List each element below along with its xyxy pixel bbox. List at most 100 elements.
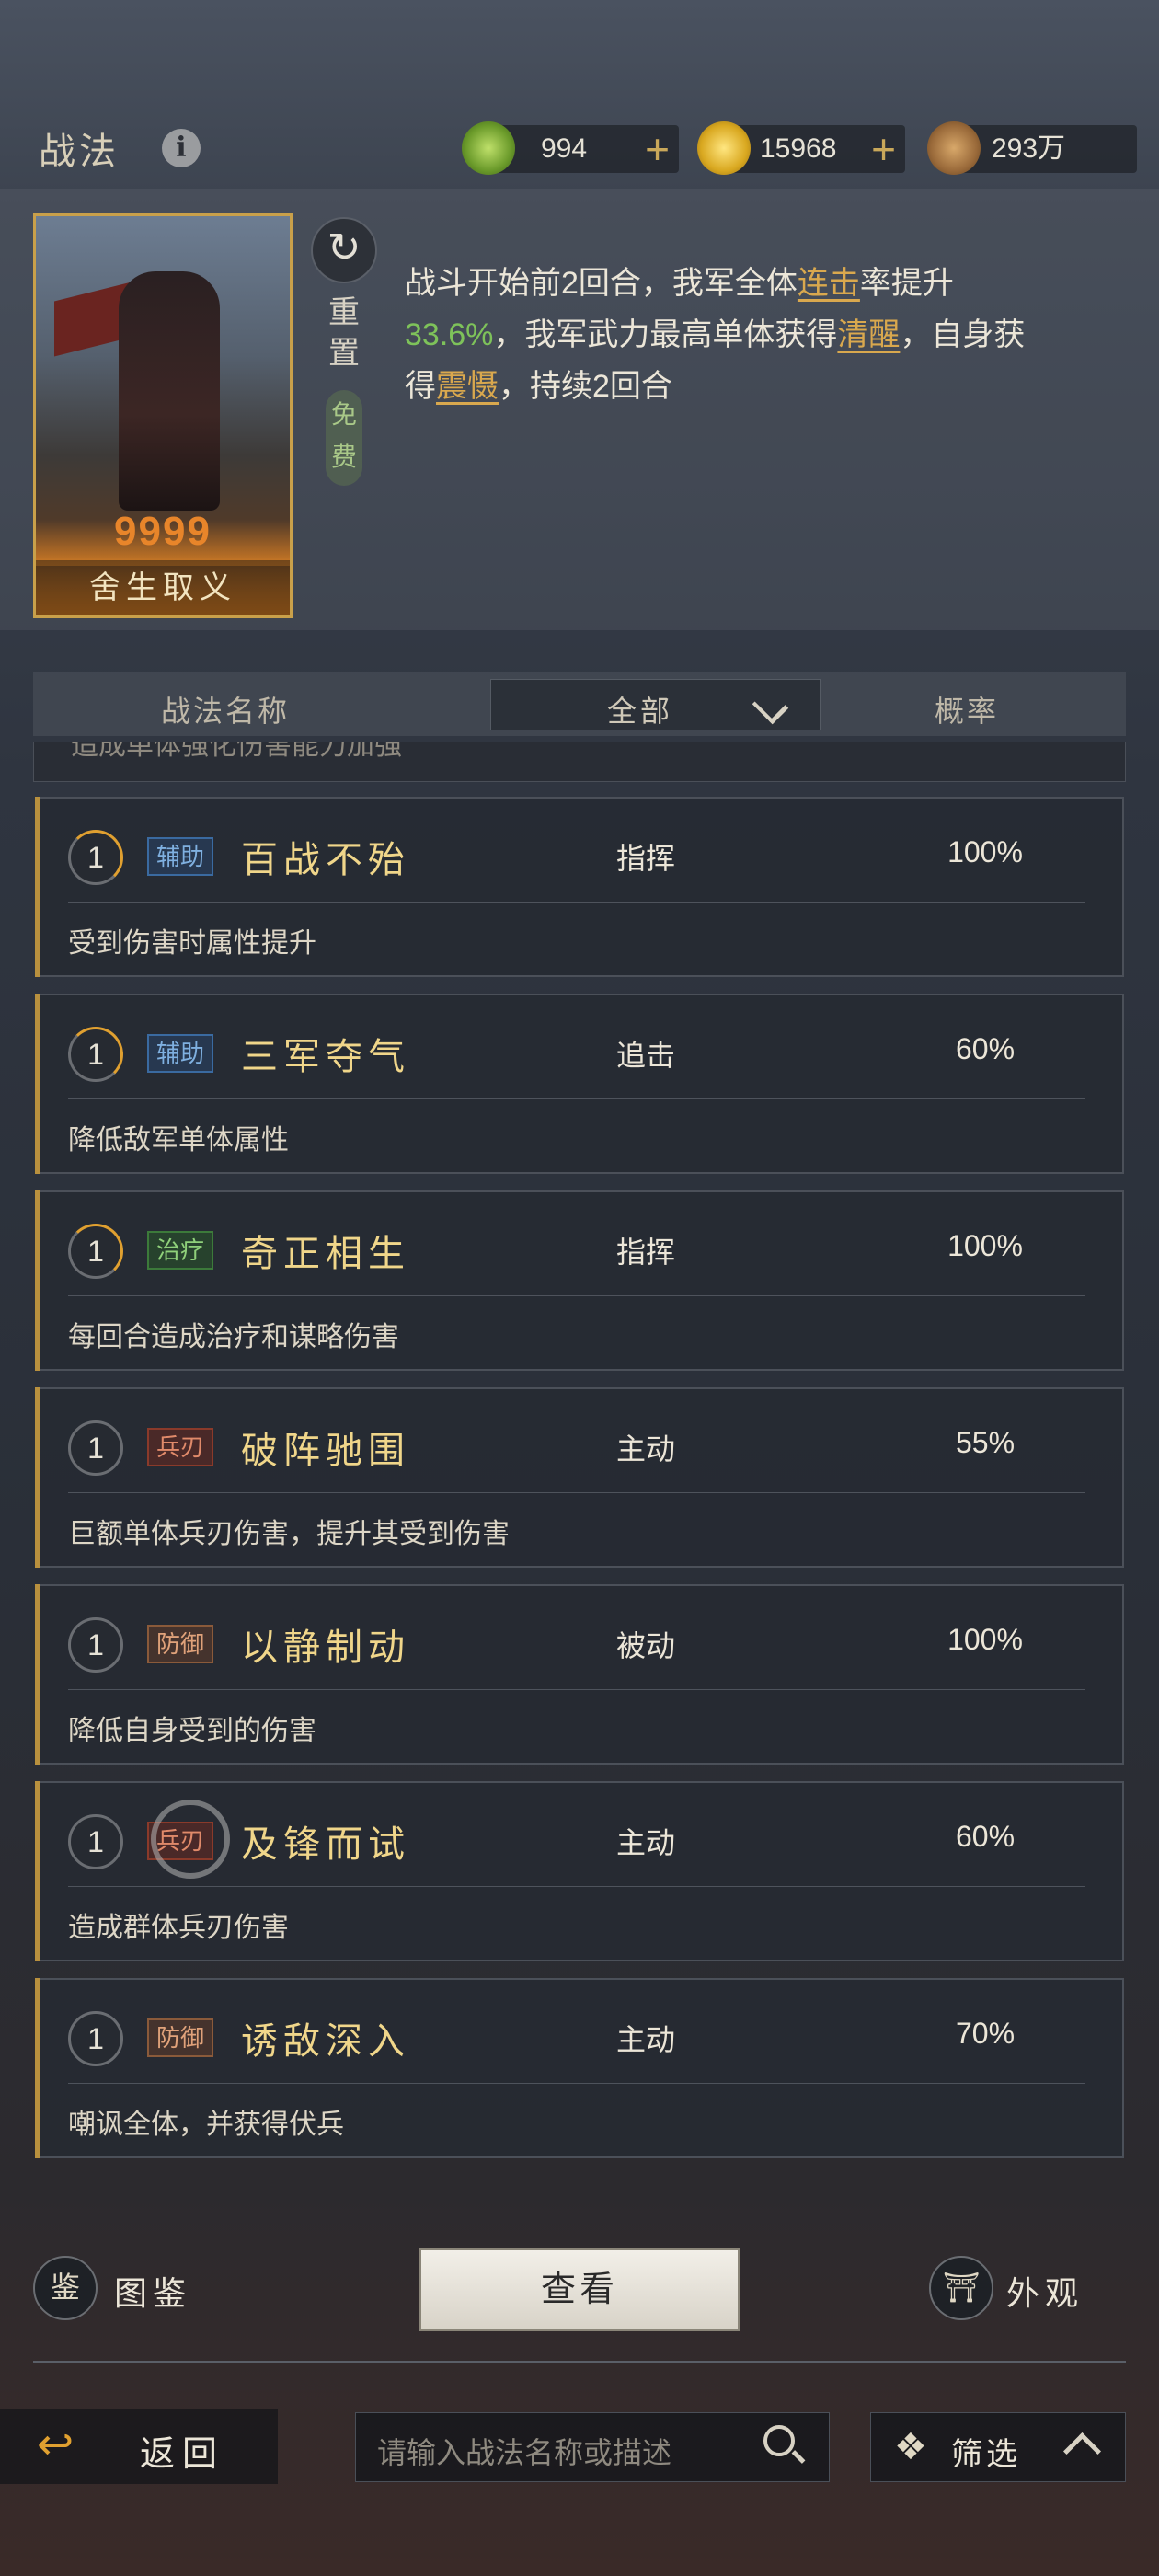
tactic-rate: 100% [947,1623,1023,1656]
category-tag: 防御 [147,2018,214,2057]
row-divider [68,2083,1085,2084]
tactic-type: 主动 [616,1826,676,1859]
tactic-card[interactable]: 9999 舍生取义 [33,213,293,618]
gold-coin-value: 15968 [760,133,837,164]
tactic-description: 战斗开始前2回合，我军全体连击率提升33.6%，我军武力最高单体获得清醒，自身获… [405,258,1049,412]
filter-label[interactable]: 筛选 [951,2429,1021,2474]
tactic-rate: 100% [947,835,1023,868]
gold-coin-counter: 15968 + [697,121,905,175]
desc-text: ，持续2回合 [499,369,672,404]
list-item[interactable]: 1 防御 以静制动 被动 100% 降低自身受到的伤害 [35,1584,1124,1765]
type-filter-value[interactable]: 全部 [607,688,673,730]
category-tag: 兵刃 [147,1428,214,1466]
card-general-art [119,271,220,511]
codex-button[interactable]: 图鉴 [114,2267,191,2315]
card-name: 舍生取义 [36,560,290,615]
tactic-desc: 嘲讽全体，并获得伏兵 [68,2110,344,2140]
tactic-desc: 降低自身受到的伤害 [68,1716,316,1746]
tactic-desc: 造成群体兵刃伤害 [68,1913,289,1943]
codex-icon[interactable]: 鉴 [33,2256,98,2320]
tactic-desc: 受到伤害时属性提升 [68,928,316,959]
list-item[interactable]: 1 治疗 奇正相生 指挥 100% 每回合造成治疗和谋略伤害 [35,1190,1124,1371]
copper-coin-value: 293万 [992,133,1066,164]
appearance-icon[interactable]: ⛩ [929,2256,993,2320]
level-badge: 1 [68,1420,123,1476]
level-badge: 1 [68,1617,123,1673]
tactic-name: 百战不殆 [241,839,410,881]
keyword-deter[interactable]: 震慑 [436,369,499,404]
info-icon[interactable]: i [162,129,201,167]
desc-value: 33.6% [405,317,494,352]
jade-coin-value: 994 [541,133,588,164]
keyword-combo[interactable]: 连击 [798,266,860,301]
filter-icon[interactable]: ❖ [894,2429,927,2466]
list-item-partial[interactable]: 造成单体强化伤害能力加强 [33,742,1126,782]
jade-coin-icon [462,121,515,175]
reset-icon[interactable]: ↻ [311,217,377,283]
tactic-desc: 降低敌军单体属性 [68,1125,289,1156]
appearance-button[interactable]: 外观 [1006,2267,1084,2315]
column-header-name: 战法名称 [161,694,291,729]
back-arrow-icon[interactable]: ↩ [37,2421,114,2469]
gold-coin-add-button[interactable]: + [871,125,896,173]
tactic-rate: 70% [955,2017,1016,2050]
category-tag: 辅助 [147,1034,214,1073]
tactic-rate: 60% [955,1820,1016,1853]
reset-label[interactable]: 重置 [320,293,368,374]
copper-coin-counter: 293万 [927,121,1137,175]
back-label[interactable]: 返回 [140,2425,224,2476]
list-item[interactable]: 1 兵刃 破阵驰围 主动 55% 巨额单体兵刃伤害，提升其受到伤害 [35,1387,1124,1568]
search-placeholder[interactable]: 请输入战法名称或描述 [377,2430,671,2472]
tactic-rate: 100% [947,1229,1023,1262]
copper-coin-icon [927,121,981,175]
row-divider [68,1886,1085,1887]
bottom-divider [33,2361,1126,2363]
level-badge: 1 [68,830,123,885]
keyword-sober[interactable]: 清醒 [837,317,900,352]
list-item[interactable]: 1 辅助 三军夺气 追击 60% 降低敌军单体属性 [35,994,1124,1174]
level-badge: 1 [68,1027,123,1082]
view-button[interactable]: 查看 [419,2248,740,2331]
search-icon[interactable] [763,2425,795,2456]
tactic-type: 被动 [616,1629,676,1662]
page-title: 战法 [39,131,120,173]
row-divider [68,1295,1085,1296]
tactic-name: 三军夺气 [241,1036,410,1078]
tactic-type: 主动 [616,2023,676,2056]
tactic-type: 追击 [616,1039,676,1072]
row-divider [68,1492,1085,1493]
desc-text: 率提升 [859,266,954,301]
gold-coin-icon [697,121,751,175]
category-tag: 辅助 [147,837,214,876]
row-divider [68,902,1085,903]
tactic-type: 指挥 [616,1236,676,1269]
list-item[interactable]: 1 防御 诱敌深入 主动 70% 嘲讽全体，并获得伏兵 [35,1978,1124,2158]
tactic-rate: 60% [955,1032,1016,1065]
tactic-rate: 55% [955,1426,1016,1459]
category-tag: 防御 [147,1625,214,1663]
tactic-desc: 每回合造成治疗和谋略伤害 [68,1322,399,1352]
partial-desc: 造成单体强化伤害能力加强 [71,742,402,761]
touch-indicator-icon [151,1800,230,1879]
row-divider [68,1689,1085,1690]
row-divider [68,1098,1085,1099]
free-badge: 免费 [326,390,362,486]
level-badge: 1 [68,1224,123,1279]
level-badge: 1 [68,1814,123,1869]
level-badge: 1 [68,2011,123,2066]
tactic-name: 及锋而试 [241,1823,410,1866]
tactic-type: 主动 [616,1432,676,1466]
list-item[interactable]: 1 辅助 百战不殆 指挥 100% 受到伤害时属性提升 [35,797,1124,977]
tactic-name: 以静制动 [241,1627,410,1669]
jade-coin-add-button[interactable]: + [645,125,670,173]
card-star-rating: 9999 [114,509,212,554]
column-header-rate: 概率 [935,694,1000,729]
tactic-name: 奇正相生 [241,1233,410,1275]
tactic-desc: 巨额单体兵刃伤害，提升其受到伤害 [68,1519,510,1549]
tactic-name: 诱敌深入 [241,2020,410,2063]
desc-text: 战斗开始前2回合，我军全体 [405,266,798,301]
tactic-type: 指挥 [616,842,676,875]
category-tag: 治疗 [147,1231,214,1270]
desc-text: ，我军武力最高单体获得 [493,317,838,352]
jade-coin-counter: 994 + [462,121,679,175]
